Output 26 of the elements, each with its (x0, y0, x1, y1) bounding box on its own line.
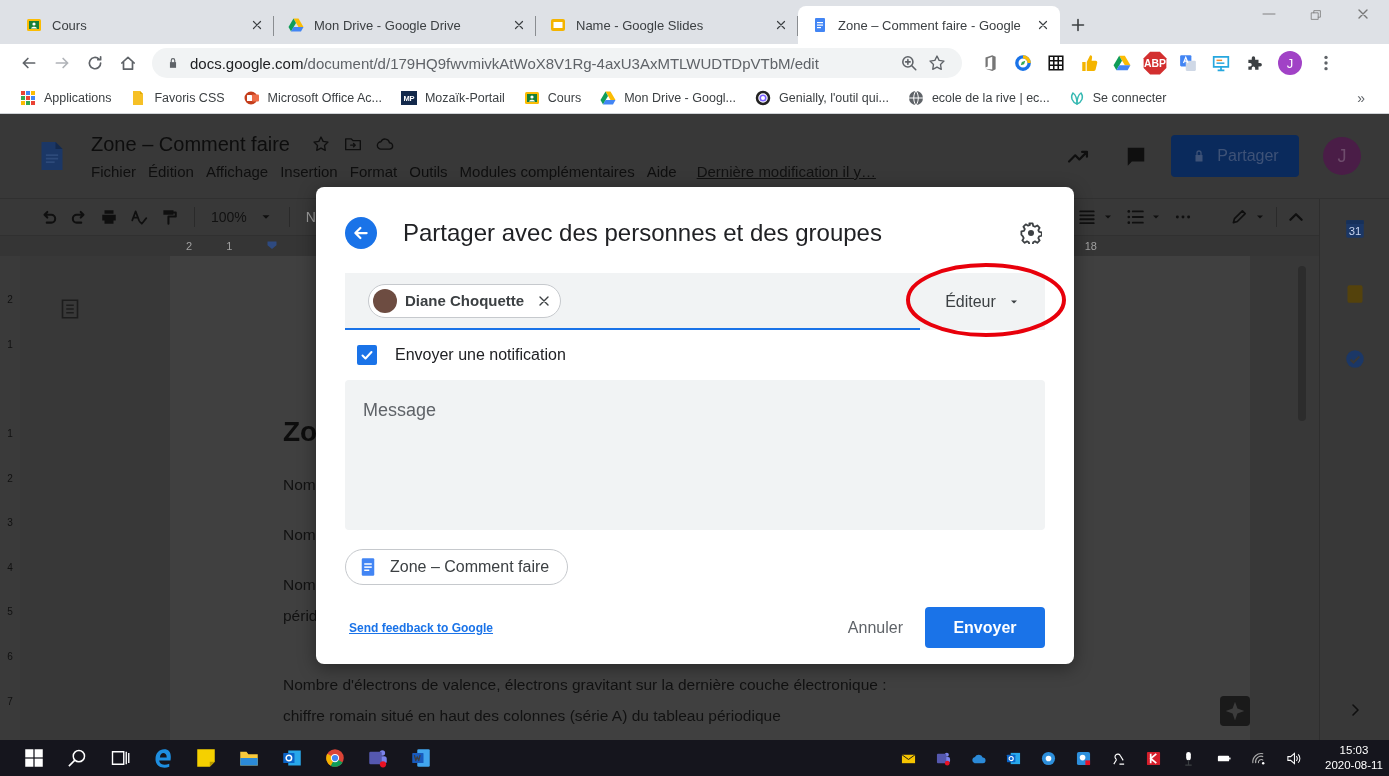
profile-avatar[interactable]: J (1278, 51, 1302, 75)
browser-tab[interactable]: Cours (12, 6, 274, 44)
style-dropdown[interactable]: N (305, 209, 316, 225)
bookmark[interactable]: Mon Drive - Googl... (600, 89, 737, 106)
clock[interactable]: 15:03 2020-08-11 (1325, 743, 1383, 773)
recipient-chip[interactable]: Diane Choquette (368, 283, 562, 318)
browser-tab[interactable]: Mon Drive - Google Drive (274, 6, 536, 44)
bookmark[interactable]: ecole de la rive | ec... (907, 89, 1050, 106)
url-text: docs.google.com/document/d/179HQ9fwvmivkAtWoX8V1Rg-4axU3AxMTLWUDTDpVTbM/edit (190, 54, 820, 72)
bookmark[interactable]: Microsoft Office Ac... (243, 89, 382, 106)
address-field[interactable]: docs.google.com/document/d/179HQ9fwvmivkAtWoX8V1Rg-4axU3AxMTLWUDTDpVTbM/edit (152, 48, 962, 78)
browser-tab[interactable]: Name - Google Slides (536, 6, 798, 44)
browser-tab[interactable]: Zone – Comment faire - Google (798, 6, 1060, 44)
bookmark[interactable]: Applications (20, 89, 112, 106)
message-field[interactable]: Message (345, 380, 1045, 530)
stop-sign-icon[interactable]: ABP (1142, 50, 1168, 76)
feedback-link[interactable]: Send feedback to Google (349, 620, 494, 635)
bookmark[interactable]: Se connecter (1068, 89, 1167, 106)
bookmark[interactable]: Genially, l'outil qui... (755, 89, 889, 106)
bookmark[interactable]: Favoris CSS (130, 89, 225, 106)
bookmark[interactable]: Cours (523, 89, 582, 106)
send-button[interactable]: Envoyer (925, 607, 1045, 648)
cancel-button[interactable]: Annuler (835, 608, 915, 647)
more-bookmarks[interactable]: » (1357, 89, 1365, 106)
calendar-icon[interactable]: 31 (1344, 219, 1365, 239)
notify-label: Envoyer une notification (395, 346, 566, 364)
